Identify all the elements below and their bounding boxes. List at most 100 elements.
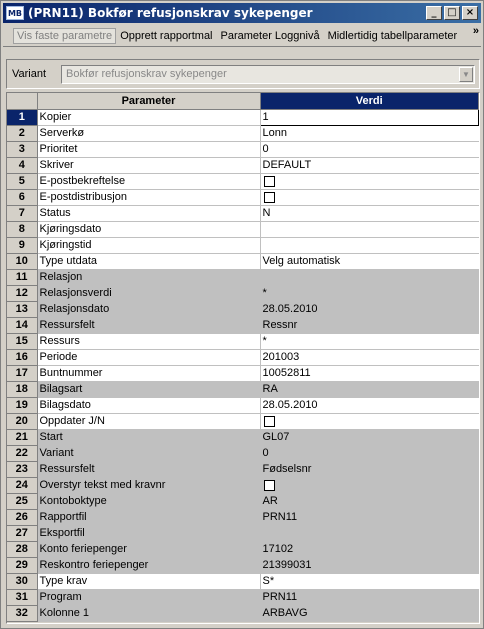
table-row[interactable]: 8 Kjøringsdato — [7, 221, 479, 238]
row-number[interactable]: 23 — [7, 461, 38, 478]
menu-midlertidig-tabellparameter[interactable]: Midlertidig tabellparameter — [324, 30, 462, 42]
row-number[interactable]: 30 — [7, 573, 38, 590]
row-number[interactable]: 5 — [7, 173, 38, 190]
table-row[interactable]: 21 Start GL07 — [7, 429, 479, 446]
parameter-value-cell[interactable]: DEFAULT — [260, 157, 479, 174]
parameter-value-cell[interactable] — [260, 221, 479, 238]
checkbox[interactable] — [263, 415, 275, 427]
table-row[interactable]: 13 Relasjonsdato 28.05.2010 — [7, 301, 479, 318]
parameter-value-cell[interactable]: Velg automatisk — [260, 253, 479, 270]
row-number[interactable]: 25 — [7, 493, 38, 510]
table-row[interactable]: 18 Bilagsart RA — [7, 381, 479, 398]
variant-select[interactable]: Bokfør refusjonskrav sykepenger ▼ — [61, 65, 475, 84]
close-icon: × — [465, 7, 475, 18]
menu-parameter-loggniva[interactable]: Parameter Loggnivå — [217, 30, 324, 42]
row-number[interactable]: 22 — [7, 445, 38, 462]
table-row[interactable]: 6 E-postdistribusjon — [7, 189, 479, 206]
row-number[interactable]: 20 — [7, 413, 38, 430]
row-number[interactable]: 10 — [7, 253, 38, 270]
row-number[interactable]: 7 — [7, 205, 38, 222]
checkbox[interactable] — [263, 175, 275, 187]
table-row[interactable]: 4 Skriver DEFAULT — [7, 157, 479, 174]
table-row[interactable]: 23 Ressursfelt Fødselsnr — [7, 461, 479, 478]
table-row[interactable]: 1 Kopier 1 — [7, 108, 479, 126]
row-number[interactable]: 32 — [7, 605, 38, 622]
parameter-value-cell[interactable]: 10052811 — [260, 365, 479, 382]
table-row[interactable]: 22 Variant 0 — [7, 445, 479, 462]
table-row[interactable]: 16 Periode 201003 — [7, 349, 479, 366]
parameter-value-cell[interactable]: * — [260, 333, 479, 350]
parameter-value-cell[interactable]: 1 — [259, 108, 479, 126]
table-row[interactable]: 5 E-postbekreftelse — [7, 173, 479, 190]
parameter-value-cell[interactable] — [260, 189, 479, 206]
table-row[interactable]: 15 Ressurs * — [7, 333, 479, 350]
table-row[interactable]: 9 Kjøringstid — [7, 237, 479, 254]
row-number[interactable]: 13 — [7, 301, 38, 318]
row-number[interactable]: 14 — [7, 317, 38, 334]
parameter-value-cell[interactable]: 0 — [260, 141, 479, 158]
menu-opprett-rapportmal[interactable]: Opprett rapportmal — [116, 30, 216, 42]
table-row[interactable]: 31 Program PRN11 — [7, 589, 479, 606]
parameter-value-cell[interactable]: S* — [260, 573, 479, 590]
parameter-value-cell[interactable] — [260, 413, 479, 430]
table-row[interactable]: 20 Oppdater J/N — [7, 413, 479, 430]
column-header-value[interactable]: Verdi — [260, 93, 479, 110]
row-number[interactable]: 2 — [7, 125, 38, 142]
table-row[interactable]: 19 Bilagsdato 28.05.2010 — [7, 397, 479, 414]
row-number[interactable]: 11 — [7, 269, 38, 286]
row-number[interactable]: 6 — [7, 189, 38, 206]
table-row[interactable]: 25 Kontoboktype AR — [7, 493, 479, 510]
table-row[interactable]: 3 Prioritet 0 — [7, 141, 479, 158]
parameter-value-cell[interactable]: 201003 — [260, 349, 479, 366]
row-number[interactable]: 4 — [7, 157, 38, 174]
table-row[interactable]: 28 Konto feriepenger 17102 — [7, 541, 479, 558]
table-row[interactable]: 17 Buntnummer 10052811 — [7, 365, 479, 382]
row-number[interactable]: 19 — [7, 397, 38, 414]
row-number[interactable]: 21 — [7, 429, 38, 446]
table-row[interactable]: 12 Relasjonsverdi * — [7, 285, 479, 302]
title-bar[interactable]: MB (PRN11) Bokfør refusjonskrav sykepeng… — [3, 3, 481, 23]
row-number[interactable]: 18 — [7, 381, 38, 398]
table-row[interactable]: 32 Kolonne 1 ARBAVG — [7, 605, 479, 622]
row-number[interactable]: 8 — [7, 221, 38, 238]
table-row[interactable]: 11 Relasjon — [7, 269, 479, 286]
row-number[interactable]: 16 — [7, 349, 38, 366]
row-number[interactable]: 28 — [7, 541, 38, 558]
table-row[interactable]: 2 Serverkø Lonn — [7, 125, 479, 142]
row-number[interactable]: 17 — [7, 365, 38, 382]
table-row[interactable]: 29 Reskontro feriepenger 21399031 — [7, 557, 479, 574]
parameter-value-cell[interactable] — [260, 173, 479, 190]
parameter-value-cell[interactable]: N — [260, 205, 479, 222]
parameter-value-cell — [260, 269, 479, 286]
table-row[interactable]: 10 Type utdata Velg automatisk — [7, 253, 479, 270]
row-number[interactable]: 26 — [7, 509, 38, 526]
row-number[interactable]: 15 — [7, 333, 38, 350]
parameter-value-cell: PRN11 — [260, 589, 479, 606]
row-number[interactable]: 27 — [7, 525, 38, 542]
row-number[interactable]: 1 — [7, 109, 38, 126]
row-number[interactable]: 9 — [7, 237, 38, 254]
parameter-value-cell[interactable] — [260, 237, 479, 254]
table-row[interactable]: 30 Type krav S* — [7, 573, 479, 590]
parameter-name-cell: Periode — [37, 349, 261, 366]
dropdown-arrow-icon[interactable]: ▼ — [459, 67, 473, 82]
minimize-button[interactable]: _ — [426, 6, 442, 20]
table-row[interactable]: 14 Ressursfelt Ressnr — [7, 317, 479, 334]
row-number[interactable]: 3 — [7, 141, 38, 158]
row-number[interactable]: 12 — [7, 285, 38, 302]
parameter-value-cell[interactable]: Lonn — [260, 125, 479, 142]
row-number[interactable]: 24 — [7, 477, 38, 494]
column-header-parameter[interactable]: Parameter — [37, 93, 261, 110]
table-row[interactable]: 7 Status N — [7, 205, 479, 222]
close-button[interactable]: × — [462, 6, 478, 20]
row-number[interactable]: 29 — [7, 557, 38, 574]
menu-vis-faste-parametre[interactable]: Vis faste parametre — [13, 27, 117, 44]
parameter-value-cell[interactable]: 28.05.2010 — [260, 397, 479, 414]
row-number[interactable]: 31 — [7, 589, 38, 606]
table-row[interactable]: 26 Rapportfil PRN11 — [7, 509, 479, 526]
checkbox[interactable] — [263, 191, 275, 203]
table-row[interactable]: 27 Eksportfil — [7, 525, 479, 542]
menu-overflow-chevron-icon[interactable]: » — [473, 26, 479, 37]
maximize-button[interactable]: □ — [444, 6, 460, 20]
table-row[interactable]: 24 Overstyr tekst med kravnr — [7, 477, 479, 494]
